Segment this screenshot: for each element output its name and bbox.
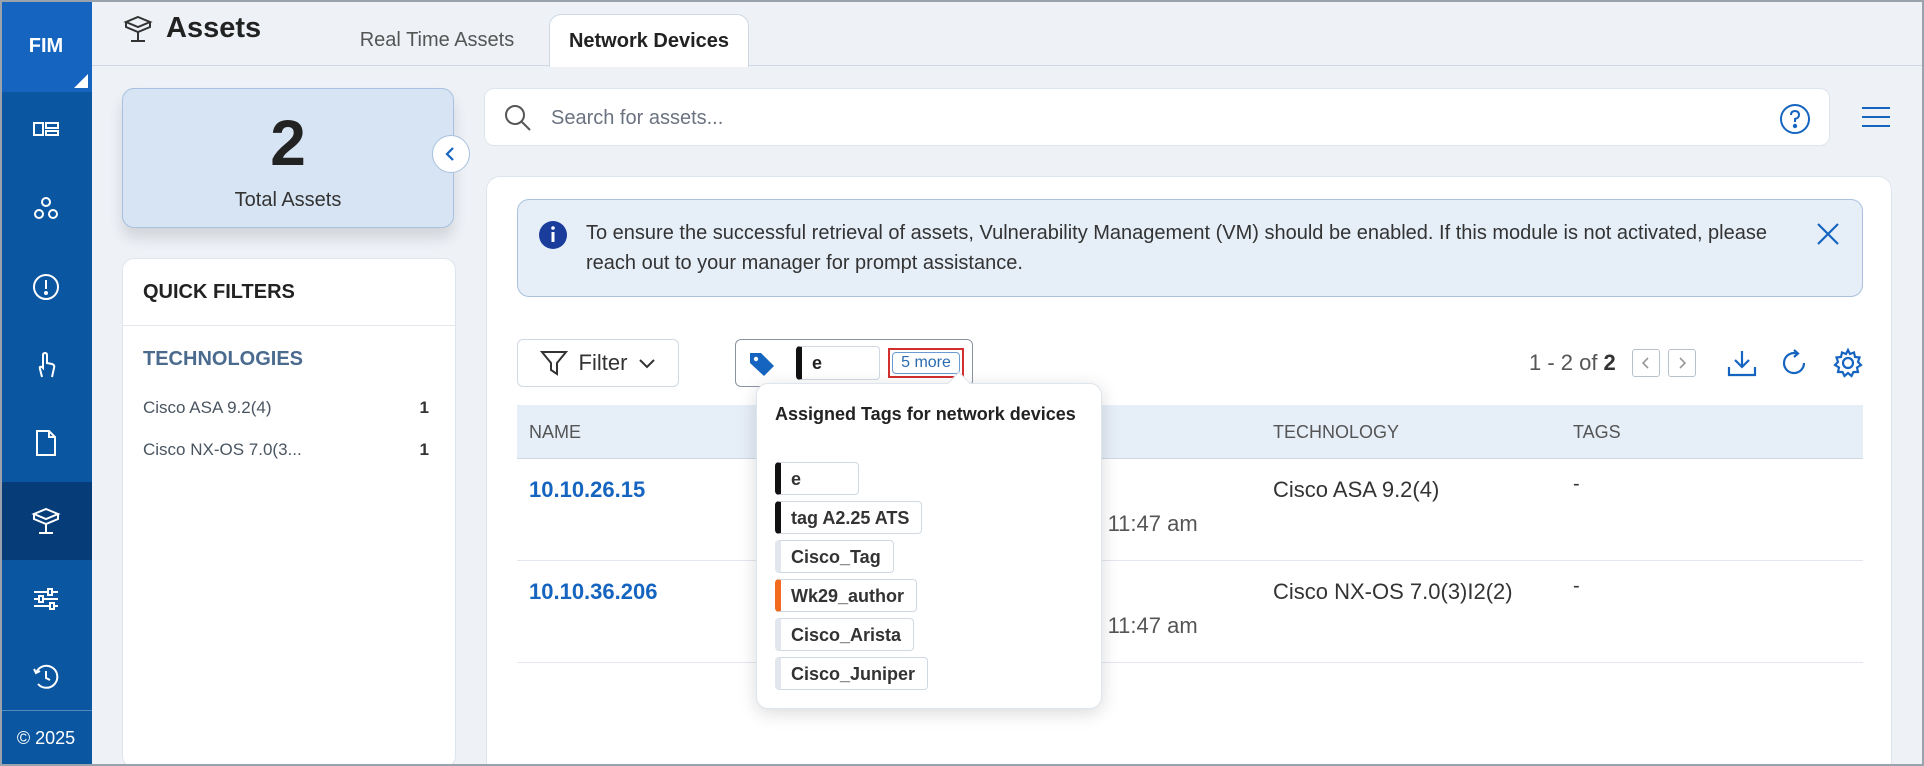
hamburger-menu-icon[interactable] [1860, 104, 1892, 130]
column-tags[interactable]: TAGS [1573, 422, 1621, 443]
funnel-icon [539, 351, 568, 376]
pagination: 1 - 2 of 2 [1529, 341, 1864, 385]
filter-item[interactable]: Cisco ASA 9.2(4) 1 [123, 387, 455, 429]
quick-filters-panel: QUICK FILTERS TECHNOLOGIES Cisco ASA 9.2… [122, 258, 456, 766]
nav-assets[interactable] [0, 482, 92, 560]
filter-item-count: 1 [419, 398, 429, 417]
refresh-icon[interactable] [1780, 348, 1810, 378]
page-header: Assets Real Time Assets Network Devices [92, 0, 1924, 67]
asset-name-link[interactable]: 10.10.26.15 [529, 477, 645, 503]
column-technology[interactable]: TECHNOLOGY [1273, 422, 1399, 443]
brand-label: FIM [28, 34, 64, 57]
chevron-down-icon [639, 359, 656, 369]
page-total: 2 [1603, 350, 1616, 375]
copyright: © 2025 [0, 710, 92, 766]
search-input[interactable] [551, 103, 1651, 133]
nav-settings[interactable] [0, 560, 92, 638]
tag-chip[interactable]: e [796, 346, 880, 380]
download-icon[interactable] [1726, 348, 1758, 378]
filter-item-label: Cisco NX-OS 7.0(3... [143, 440, 302, 459]
search-bar [484, 88, 1830, 146]
close-icon[interactable] [1814, 220, 1842, 248]
tag-filter[interactable]: e 5 more [735, 339, 973, 387]
quick-filters-title: QUICK FILTERS [123, 259, 455, 326]
nav-alerts[interactable] [0, 248, 92, 326]
filter-item[interactable]: Cisco NX-OS 7.0(3... 1 [123, 429, 455, 471]
tag-chip: Cisco_Tag [775, 540, 894, 573]
chevron-right-icon [1679, 357, 1686, 369]
tag-icon [750, 353, 774, 376]
technologies-heading: TECHNOLOGIES [143, 348, 304, 370]
chevron-left-icon [445, 147, 454, 161]
assigned-tags-popover: Assigned Tags for network devices e tag … [756, 371, 1102, 709]
filter-button[interactable]: Filter [517, 339, 679, 387]
info-icon [539, 221, 567, 249]
tag-chip: Cisco_Juniper [775, 657, 929, 690]
tab-network-devices[interactable]: Network Devices [549, 14, 749, 67]
asset-tags: - [1573, 575, 1580, 597]
nav-dashboard[interactable] [0, 92, 92, 170]
modules-icon [34, 197, 58, 219]
filter-label: Filter [578, 350, 628, 375]
search-icon [505, 105, 531, 131]
more-tags-button[interactable]: 5 more [888, 348, 964, 378]
page-range: 1 - 2 of [1529, 350, 1598, 375]
popover-tag-list: e tag A2.25 ATS Cisco_Tag Wk29_author Ci… [775, 462, 929, 696]
page-title-text: Assets [166, 12, 262, 44]
brand-logo[interactable]: FIM [0, 0, 92, 92]
tag-chip: Wk29_author [775, 579, 918, 612]
nav-modules[interactable] [0, 170, 92, 248]
info-alert: To ensure the successful retrieval of as… [517, 199, 1863, 297]
sliders-icon [34, 588, 58, 610]
nav-reports[interactable] [0, 404, 92, 482]
next-page-button[interactable] [1667, 349, 1696, 377]
tab-real-time-assets[interactable]: Real Time Assets [342, 14, 532, 66]
asset-tags: - [1573, 473, 1580, 495]
page-title: Assets [122, 12, 261, 45]
assets-icon [31, 507, 61, 534]
prev-page-button[interactable] [1631, 349, 1660, 377]
dashboard-icon [33, 122, 59, 136]
table-row: 10.10.26.15 25 11:47 am Cisco ASA 9.2(4)… [517, 459, 1863, 561]
left-nav: FIM © 2025 [0, 0, 92, 766]
collapse-panel-button[interactable] [432, 135, 470, 173]
table-row: 10.10.36.206 25 11:47 am Cisco NX-OS 7.0… [517, 561, 1863, 663]
total-assets-count: 2 [270, 107, 306, 179]
column-name[interactable]: NAME [529, 422, 581, 443]
alert-icon [33, 274, 59, 300]
document-icon [36, 430, 56, 456]
alert-message: To ensure the successful retrieval of as… [586, 222, 1767, 274]
tag-chip: Cisco_Arista [775, 618, 915, 651]
history-icon [33, 664, 59, 689]
asset-technology: Cisco ASA 9.2(4) [1273, 477, 1440, 502]
filter-item-label: Cisco ASA 9.2(4) [143, 398, 272, 417]
help-icon[interactable] [1779, 103, 1811, 135]
total-assets-card: 2 Total Assets [122, 88, 454, 228]
main-content: To ensure the successful retrieval of as… [486, 176, 1892, 766]
more-tags-label: 5 more [892, 352, 960, 374]
popover-title: Assigned Tags for network devices [775, 404, 1076, 424]
gear-icon[interactable] [1832, 347, 1864, 379]
asset-name-link[interactable]: 10.10.36.206 [529, 579, 657, 605]
touch-icon [38, 351, 56, 378]
tag-chip: e [775, 462, 859, 495]
assets-icon [123, 15, 153, 42]
brand-corner-icon [74, 74, 88, 88]
filter-item-count: 1 [419, 440, 429, 459]
table-header: NAME TECHNOLOGY TAGS [517, 405, 1863, 459]
tag-chip: tag A2.25 ATS [775, 501, 923, 534]
asset-technology: Cisco NX-OS 7.0(3)I2(2) [1273, 579, 1513, 604]
nav-touch[interactable] [0, 326, 92, 404]
nav-history[interactable] [0, 638, 92, 716]
chevron-left-icon [1641, 357, 1649, 369]
total-assets-label: Total Assets [234, 189, 342, 211]
